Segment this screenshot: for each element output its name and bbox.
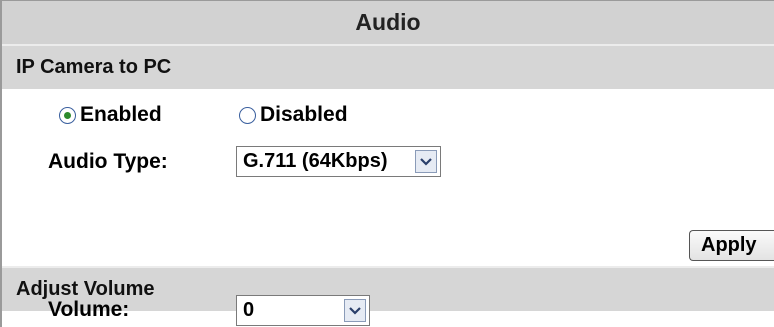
- volume-select[interactable]: 0: [236, 295, 370, 326]
- chevron-down-icon[interactable]: [344, 299, 366, 322]
- volume-label: Volume:: [48, 298, 130, 321]
- volume-value: 0: [243, 299, 255, 321]
- radio-enabled[interactable]: Enabled: [59, 103, 162, 127]
- audio-type-label: Audio Type:: [48, 150, 168, 173]
- radio-selected-icon[interactable]: [59, 106, 76, 124]
- audio-type-select[interactable]: G.711 (64Kbps): [236, 146, 441, 177]
- audio-settings-panel: Audio IP Camera to PC Enabled Disabled A…: [0, 0, 774, 327]
- chevron-down-icon[interactable]: [415, 150, 437, 173]
- radio-disabled[interactable]: Disabled: [239, 103, 348, 127]
- apply-button[interactable]: Apply: [689, 230, 774, 261]
- panel-title: Audio: [2, 0, 774, 44]
- radio-enabled-label: Enabled: [80, 103, 162, 126]
- radio-unselected-icon[interactable]: [239, 106, 256, 124]
- radio-disabled-label: Disabled: [260, 103, 348, 126]
- section-header-ip-camera: IP Camera to PC: [2, 46, 774, 89]
- audio-type-value: G.711 (64Kbps): [243, 150, 388, 172]
